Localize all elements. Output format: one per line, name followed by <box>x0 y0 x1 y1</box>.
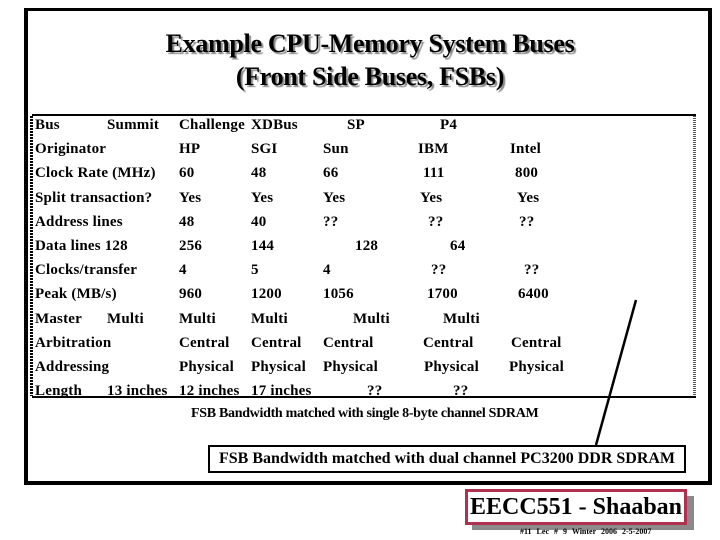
table-cell: ?? <box>367 383 383 400</box>
table-cell: 64 <box>450 238 466 254</box>
row-label: Bus <box>35 117 60 133</box>
slide-title: Example CPU-Memory System Buses <box>165 29 575 58</box>
table-cell: Central <box>323 334 374 351</box>
table-cell: Yes <box>179 189 202 206</box>
table-cell: Physical <box>323 359 378 375</box>
table-cell: ?? <box>428 213 444 230</box>
table-cell: Multi <box>251 310 288 327</box>
table-cell: Multi <box>353 310 390 327</box>
row-label: Master <box>35 310 83 327</box>
row-label: Address lines <box>35 213 123 230</box>
table-cell: Multi <box>443 310 480 327</box>
table-cell: XDBus <box>251 117 298 133</box>
table-cell: ?? <box>453 383 469 400</box>
table-cell: Multi <box>179 310 216 327</box>
course-badge: EECC551 - Shaaban <box>465 489 687 525</box>
table-cell: Intel <box>510 141 541 158</box>
table-cell: ?? <box>323 213 339 230</box>
table-cell: 60 <box>179 165 195 182</box>
table-cell: Multi <box>107 310 144 327</box>
table-cell: 5 <box>251 262 259 279</box>
table-cell: 144 <box>251 238 275 254</box>
table-cell: 4 <box>323 262 331 279</box>
table-cell: 128 <box>355 238 379 254</box>
table-cell: 1200 <box>251 286 282 303</box>
table-cell: Physical <box>251 359 306 375</box>
row-label: Data lines 128 <box>35 238 128 254</box>
table-cell: 13 inches <box>107 383 168 400</box>
table-cell: 111 <box>423 165 445 182</box>
table-cell: 48 <box>179 213 195 230</box>
table-cell: 256 <box>179 238 203 254</box>
table-cell: Yes <box>420 189 443 206</box>
table-cell: ?? <box>524 262 540 279</box>
table-cell: 48 <box>251 165 267 182</box>
table-cell: 1056 <box>323 286 354 303</box>
table-cell: 960 <box>179 286 203 303</box>
slide-footer: #11 Lec # 9 Winter 2006 2-5-2007 <box>520 527 652 536</box>
bus-comparison-table <box>30 114 696 398</box>
table-cell: Physical <box>509 359 564 375</box>
table-cell: 12 inches <box>179 383 240 400</box>
table-cell: HP <box>179 141 201 158</box>
row-label: Arbitration <box>35 334 112 351</box>
table-cell: 40 <box>251 213 267 230</box>
table-cell: 17 inches <box>251 383 312 400</box>
table-cell: IBM <box>418 141 449 158</box>
table-cell: Yes <box>517 189 540 206</box>
row-label: Peak (MB/s) <box>35 286 117 303</box>
table-cell: Central <box>251 334 302 351</box>
table-cell: Central <box>179 334 230 351</box>
table-cell: SGI <box>251 141 278 158</box>
table-cell: Central <box>423 334 474 351</box>
row-label: Length <box>35 383 83 400</box>
table-cell: ?? <box>431 262 447 279</box>
table-cell: Central <box>511 334 562 351</box>
row-label: Addressing <box>35 359 110 375</box>
table-cell: 66 <box>323 165 339 182</box>
table-cell: Yes <box>251 189 274 206</box>
note-single-channel: FSB Bandwidth matched with single 8-byte… <box>191 406 539 421</box>
table-cell: Challenge <box>179 117 245 133</box>
table-cell: 800 <box>515 165 539 182</box>
table-cell: SP <box>347 117 365 133</box>
table-cell: P4 <box>440 117 458 133</box>
row-label: Clocks/transfer <box>35 262 138 279</box>
slide-subtitle: (Front Side Buses, FSBs) <box>235 62 505 91</box>
table-cell: 6400 <box>518 286 549 303</box>
row-label: Originator <box>35 141 107 158</box>
table-cell: Physical <box>424 359 479 375</box>
table-cell: 1700 <box>427 286 458 303</box>
table-cell: Physical <box>179 359 234 375</box>
row-label: Split transaction? <box>35 189 153 206</box>
row-label: Clock Rate (MHz) <box>35 165 156 182</box>
table-cell: Yes <box>323 189 346 206</box>
note-dual-channel-box: FSB Bandwidth matched with dual channel … <box>208 445 686 473</box>
table-cell: Sun <box>323 141 349 158</box>
table-cell: ?? <box>519 213 535 230</box>
table-cell: 4 <box>179 262 187 279</box>
table-cell: Summit <box>107 117 160 133</box>
